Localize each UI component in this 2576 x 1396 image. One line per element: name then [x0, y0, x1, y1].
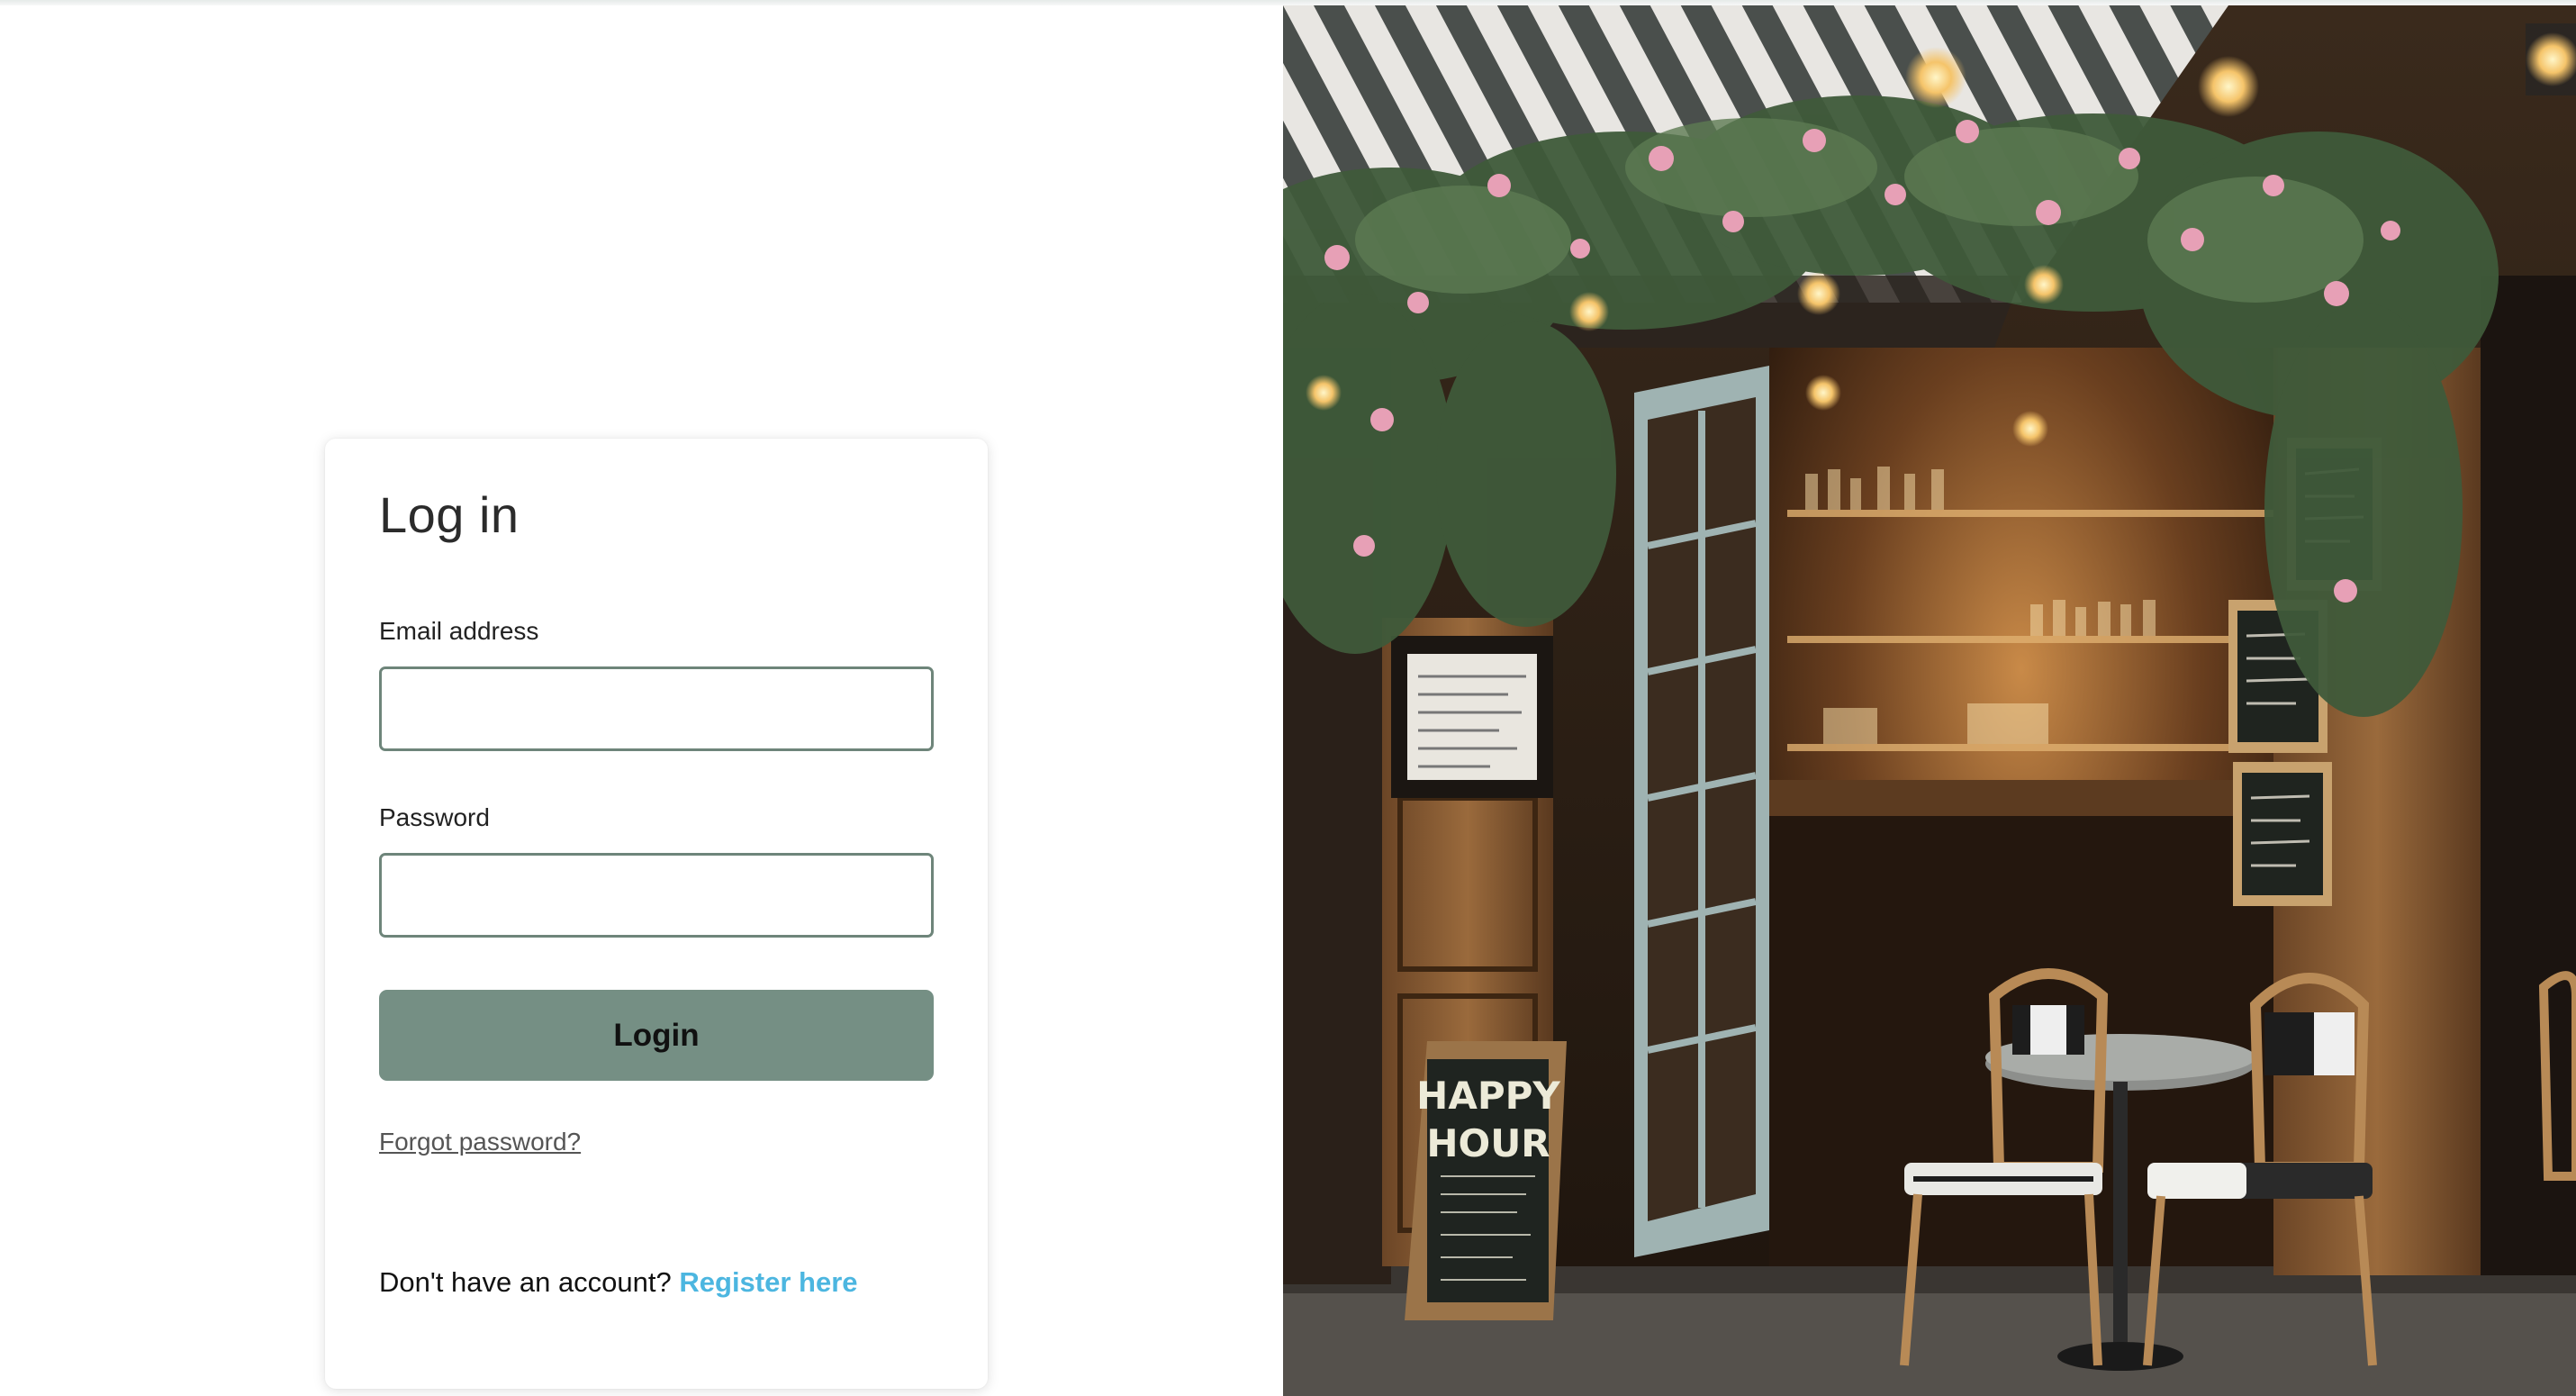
password-label: Password: [379, 803, 490, 831]
password-field[interactable]: [379, 853, 934, 938]
email-label: Email address: [379, 617, 539, 645]
register-prompt: Don't have an account? Register here: [379, 1266, 858, 1299]
no-account-text: Don't have an account?: [379, 1266, 680, 1298]
happy-hour-sign-line2: HOUR: [1426, 1121, 1550, 1165]
cafe-photo: HAPPY HOUR: [1283, 5, 2576, 1396]
register-link[interactable]: Register here: [679, 1266, 857, 1298]
email-field[interactable]: [379, 666, 934, 751]
happy-hour-sign-line1: HAPPY: [1416, 1074, 1560, 1118]
login-pane: Log in Email address Password Login Forg…: [0, 5, 1283, 1396]
forgot-password-link[interactable]: Forgot password?: [379, 1128, 581, 1156]
cafe-storefront-image: HAPPY HOUR: [1283, 5, 2576, 1396]
login-card: Log in Email address Password Login Forg…: [325, 439, 988, 1389]
login-button[interactable]: Login: [379, 990, 934, 1081]
page-title: Log in: [379, 486, 520, 543]
